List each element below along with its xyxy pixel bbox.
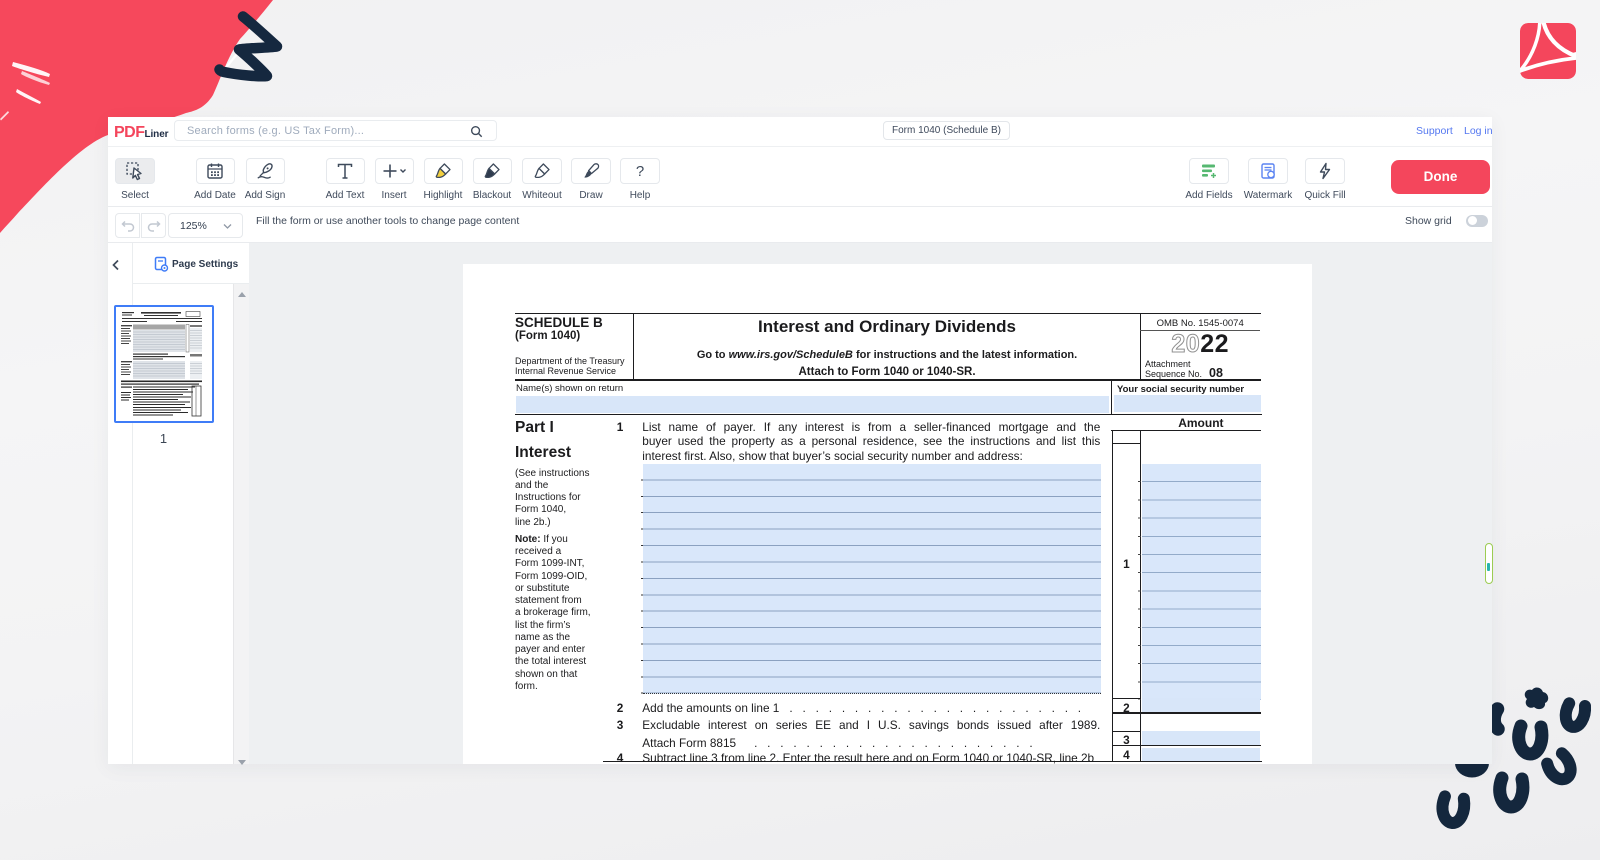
svg-text:?: ?	[636, 163, 644, 180]
